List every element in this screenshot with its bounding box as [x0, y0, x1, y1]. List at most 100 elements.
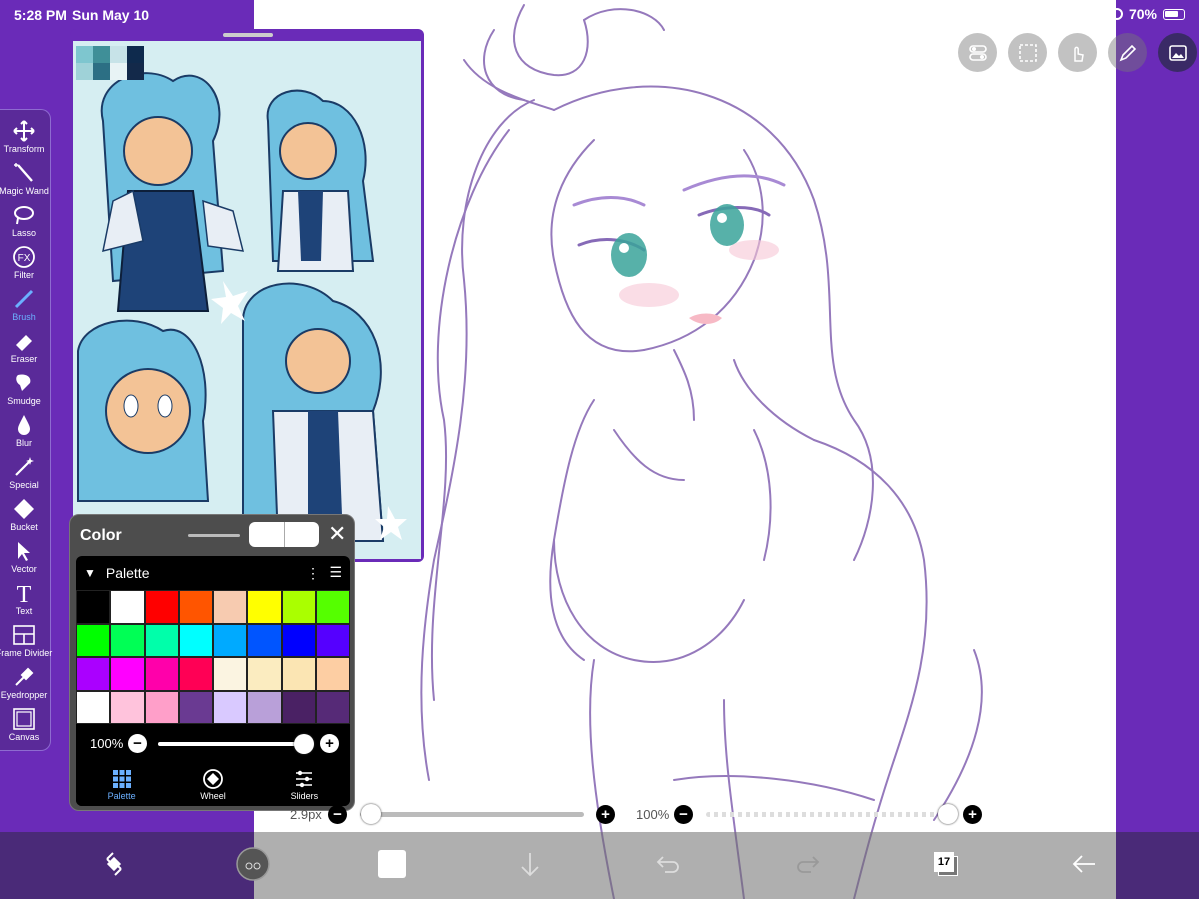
palette-swatch[interactable]: [144, 690, 179, 724]
tool-eraser[interactable]: Eraser: [0, 328, 48, 370]
tool-smudge[interactable]: Smudge: [0, 370, 48, 412]
palette-swatch[interactable]: [281, 657, 316, 691]
brush-size-track[interactable]: [360, 812, 584, 817]
tool-label: Vector: [11, 564, 37, 574]
opacity-plus-button[interactable]: +: [320, 734, 339, 753]
more-options-icon[interactable]: ⋮: [306, 565, 320, 582]
lasso-icon: [10, 202, 38, 228]
tool-lasso[interactable]: Lasso: [0, 202, 48, 244]
color-panel: Color ✕ ▼ Palette ⋮ ☰ 100% − + Palette W…: [69, 514, 355, 811]
brush-opacity-knob[interactable]: [938, 804, 958, 824]
tool-transform[interactable]: Transform: [0, 118, 48, 160]
palette-swatch[interactable]: [144, 623, 179, 657]
palette-swatch[interactable]: [76, 623, 111, 657]
current-color-swatch[interactable]: [372, 844, 412, 884]
palette-swatch[interactable]: [247, 590, 282, 624]
tab-wheel[interactable]: Wheel: [167, 764, 258, 806]
tool-eyedropper[interactable]: Eyedropper: [0, 664, 48, 706]
opacity-value: 100%: [90, 736, 124, 751]
opacity-slider-knob[interactable]: [294, 734, 314, 754]
palette-swatch[interactable]: [213, 657, 248, 691]
color-panel-drag-handle[interactable]: [188, 534, 240, 537]
palette-swatch[interactable]: [178, 690, 213, 724]
opacity-slider-track[interactable]: [158, 742, 308, 746]
palette-swatch[interactable]: [178, 623, 213, 657]
tab-palette[interactable]: Palette: [76, 764, 167, 806]
tab-sliders[interactable]: Sliders: [259, 764, 350, 806]
layer-toggle-icon[interactable]: [958, 33, 997, 72]
tool-label: Eyedropper: [0, 690, 48, 700]
palette-swatch[interactable]: [76, 657, 111, 691]
color-swap-icon[interactable]: [94, 844, 134, 884]
brush-size-value: 2.9px: [290, 807, 322, 822]
palette-swatch[interactable]: [178, 590, 213, 624]
palette-swatch[interactable]: [315, 590, 350, 624]
palette-swatch[interactable]: [110, 623, 145, 657]
orientation-lock-icon: [1110, 8, 1123, 20]
brush-size-minus-button[interactable]: −: [328, 805, 347, 824]
brush-opacity-plus-button[interactable]: +: [963, 805, 982, 824]
palette-swatch[interactable]: [76, 590, 111, 624]
palette-swatch[interactable]: [213, 690, 248, 724]
close-icon[interactable]: ✕: [328, 521, 346, 547]
chevron-down-icon[interactable]: ▼: [84, 566, 96, 580]
palette-swatch[interactable]: [315, 690, 350, 724]
palette-swatch[interactable]: [144, 657, 179, 691]
reference-swatch: [110, 63, 127, 80]
layers-button[interactable]: 17: [926, 844, 966, 884]
blur-icon: [10, 412, 38, 438]
arrow-down-icon[interactable]: [510, 844, 550, 884]
redo-icon[interactable]: [788, 844, 828, 884]
palette-swatch[interactable]: [144, 590, 179, 624]
tool-brush[interactable]: Brush: [0, 286, 48, 328]
smudge-icon: [10, 370, 38, 396]
tool-magic-wand[interactable]: Magic Wand: [0, 160, 49, 202]
reference-window[interactable]: [70, 29, 424, 562]
undo-icon[interactable]: [648, 844, 688, 884]
palette-swatch[interactable]: [315, 623, 350, 657]
brush-opacity-track[interactable]: [706, 812, 936, 817]
palette-swatch[interactable]: [213, 590, 248, 624]
tab-label: Sliders: [290, 791, 319, 801]
tool-bucket[interactable]: Bucket: [0, 496, 48, 538]
brush-preview-icon[interactable]: [233, 844, 273, 884]
brush-opacity-minus-button[interactable]: −: [674, 805, 693, 824]
palette-swatch[interactable]: [281, 590, 316, 624]
palette-swatch[interactable]: [247, 623, 282, 657]
palette-header[interactable]: ▼ Palette ⋮ ☰: [76, 556, 350, 590]
color-panel-title: Color: [80, 527, 122, 544]
palette-swatch[interactable]: [281, 623, 316, 657]
battery-percent: 70%: [1128, 6, 1157, 22]
palette-swatch[interactable]: [247, 657, 282, 691]
tool-label: Transform: [3, 144, 45, 154]
palette-swatch[interactable]: [76, 690, 111, 724]
palette-swatch[interactable]: [247, 690, 282, 724]
palette-grid-icon: [112, 770, 131, 788]
selection-icon[interactable]: [1008, 33, 1047, 72]
tool-canvas[interactable]: Canvas: [0, 706, 48, 748]
pen-icon[interactable]: [1108, 33, 1147, 72]
back-arrow-icon[interactable]: [1064, 844, 1104, 884]
tool-text[interactable]: T Text: [0, 580, 48, 622]
tool-filter[interactable]: FX Filter: [0, 244, 48, 286]
menu-icon[interactable]: ☰: [329, 564, 342, 581]
palette-swatch[interactable]: [281, 690, 316, 724]
main-sub-color-swatch[interactable]: [249, 522, 319, 547]
tool-special[interactable]: Special: [0, 454, 48, 496]
opacity-minus-button[interactable]: −: [128, 734, 147, 753]
palette-swatch[interactable]: [110, 590, 145, 624]
palette-swatch[interactable]: [110, 657, 145, 691]
magic-wand-icon: [10, 160, 38, 186]
touch-icon[interactable]: [1058, 33, 1097, 72]
tool-vector[interactable]: Vector: [0, 538, 48, 580]
palette-swatch[interactable]: [213, 623, 248, 657]
tool-frame-divider[interactable]: Frame Divider: [0, 622, 52, 664]
image-icon[interactable]: [1158, 33, 1197, 72]
brush-size-knob[interactable]: [361, 804, 381, 824]
palette-swatch[interactable]: [315, 657, 350, 691]
palette-swatch[interactable]: [178, 657, 213, 691]
brush-size-plus-button[interactable]: +: [596, 805, 615, 824]
tool-blur[interactable]: Blur: [0, 412, 48, 454]
palette-swatch[interactable]: [110, 690, 145, 724]
reference-drag-handle[interactable]: [223, 33, 273, 37]
